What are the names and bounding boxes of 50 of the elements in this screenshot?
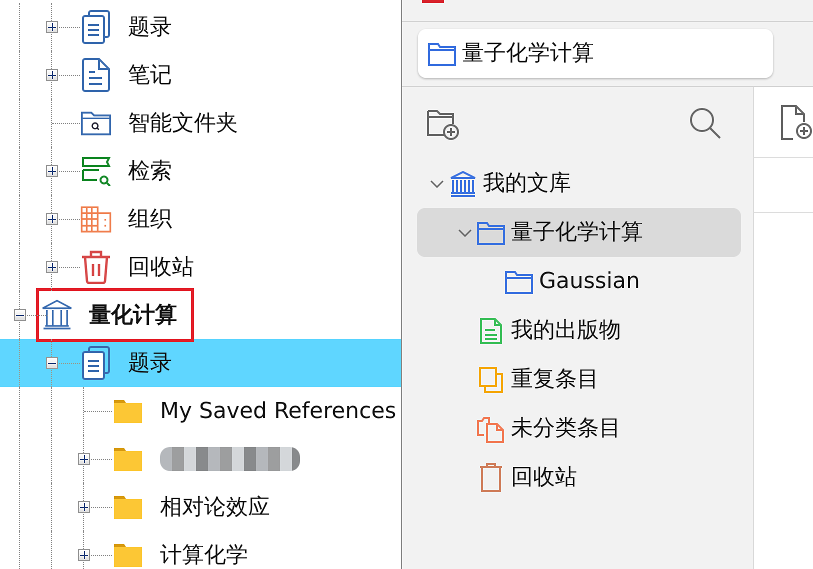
documents-icon [476,414,506,442]
expand-toggle[interactable] [78,453,90,465]
collection-row[interactable]: 量子化学计算 [417,208,741,257]
expand-toggle[interactable] [46,165,58,177]
collection-row[interactable]: 我的出版物 [417,306,741,355]
expand-toggle[interactable] [46,213,58,225]
tree-item-label[interactable]: 题录 [128,10,172,44]
tree-item-label[interactable]: 智能文件夹 [128,106,238,140]
tree-item-label[interactable]: 题录 [128,346,172,380]
tree-item-label[interactable]: 检索 [128,154,172,188]
tree-item-label[interactable]: 回收站 [128,250,194,284]
search-icon[interactable] [689,107,721,139]
chevron-down-icon[interactable] [430,180,444,188]
tree-item-label[interactable]: 笔记 [128,58,172,92]
expand-toggle[interactable] [46,261,58,273]
chevron-down-icon[interactable] [458,228,472,236]
collection-tab[interactable]: 量子化学计算 [418,29,773,78]
collection-row[interactable]: 未分类条目 [417,404,741,453]
tree-item-label[interactable]: 计算化学 [160,538,248,569]
search-list-icon [80,154,112,188]
app-icon [422,0,444,3]
library-icon [41,298,73,332]
library-icon [450,170,476,196]
citations-icon [80,10,112,44]
collection-row[interactable]: 重复条目 [417,355,741,404]
collapse-toggle[interactable] [46,357,58,369]
tree-item-label[interactable]: My Saved References [160,394,396,428]
selected-row[interactable]: 题录 [0,339,401,387]
tab-title: 量子化学计算 [462,40,594,68]
trash-icon [479,462,503,492]
document-icon [80,58,112,92]
expand-toggle[interactable] [78,501,90,513]
trash-icon [80,250,112,284]
new-item-icon[interactable] [780,105,813,140]
collection-row[interactable]: 我的文库 [417,159,741,208]
expand-toggle[interactable] [78,549,90,561]
collection-row[interactable]: 回收站 [417,453,741,502]
document-icon [480,318,502,344]
folder-icon [428,42,456,66]
citations-icon [80,346,112,380]
folder-icon [477,220,505,244]
tree-item-label[interactable]: 组织 [128,202,172,236]
duplicate-icon [478,366,504,394]
expand-toggle[interactable] [46,69,58,81]
expand-toggle[interactable] [46,21,58,33]
collapse-toggle[interactable] [14,309,26,321]
tree-item-label[interactable]: 量化计算 [89,298,177,332]
collection-row[interactable]: Gaussian [417,257,741,306]
folder-icon [505,270,533,294]
tree-item-label[interactable]: 相对论效应 [160,490,270,524]
